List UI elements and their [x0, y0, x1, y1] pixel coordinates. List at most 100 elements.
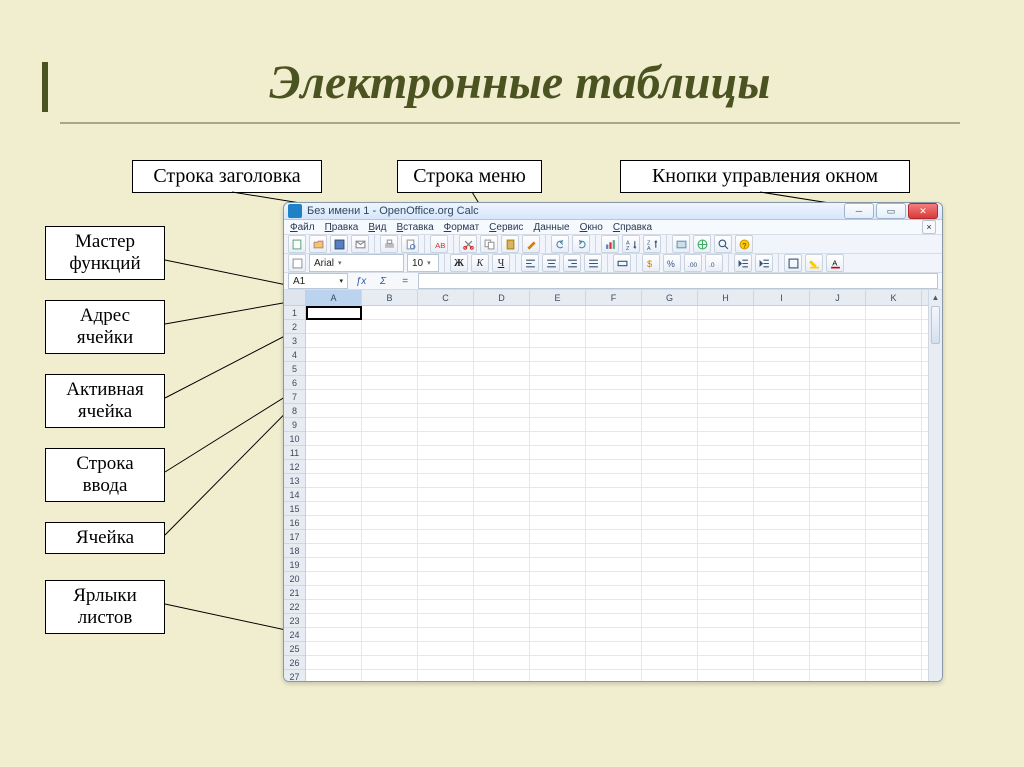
align-center-icon[interactable]	[542, 254, 560, 272]
row-header[interactable]: 19	[284, 558, 305, 572]
dec-dec-icon[interactable]: .0	[705, 254, 723, 272]
cell[interactable]	[530, 558, 586, 571]
cell[interactable]	[642, 670, 698, 682]
cell[interactable]	[586, 488, 642, 501]
cell[interactable]	[642, 656, 698, 669]
font-name-combo[interactable]: Arial▾	[309, 254, 404, 272]
cell[interactable]	[474, 488, 530, 501]
cell[interactable]	[586, 656, 642, 669]
cell[interactable]	[474, 432, 530, 445]
cell[interactable]	[306, 558, 362, 571]
cell[interactable]	[418, 306, 474, 319]
cell[interactable]	[810, 474, 866, 487]
cell[interactable]	[754, 348, 810, 361]
cell[interactable]	[474, 600, 530, 613]
row-header[interactable]: 7	[284, 390, 305, 404]
vertical-scrollbar[interactable]: ▲ ▼	[928, 290, 942, 682]
cell[interactable]	[866, 642, 922, 655]
currency-icon[interactable]: $	[642, 254, 660, 272]
cell[interactable]	[698, 656, 754, 669]
maximize-button[interactable]: ▭	[876, 203, 906, 219]
cell[interactable]	[754, 600, 810, 613]
cell[interactable]	[530, 600, 586, 613]
cell[interactable]	[754, 530, 810, 543]
cell[interactable]	[418, 558, 474, 571]
row-header[interactable]: 23	[284, 614, 305, 628]
cell[interactable]	[362, 586, 418, 599]
cell[interactable]	[698, 320, 754, 333]
row-header[interactable]: 15	[284, 502, 305, 516]
cell[interactable]	[754, 460, 810, 473]
col-header-G[interactable]: G	[642, 290, 698, 305]
menu-window[interactable]: Окно	[580, 222, 603, 233]
cell[interactable]	[474, 572, 530, 585]
cell[interactable]	[362, 362, 418, 375]
menu-file[interactable]: Файл	[290, 222, 315, 233]
cell[interactable]	[418, 586, 474, 599]
cell[interactable]	[642, 446, 698, 459]
cell[interactable]	[362, 530, 418, 543]
vscroll-thumb[interactable]	[931, 306, 940, 344]
cell[interactable]	[418, 600, 474, 613]
cell[interactable]	[810, 558, 866, 571]
cell[interactable]	[586, 530, 642, 543]
cell[interactable]	[418, 502, 474, 515]
mail-icon[interactable]	[351, 235, 369, 253]
cell[interactable]	[362, 656, 418, 669]
cell[interactable]	[810, 320, 866, 333]
align-right-icon[interactable]	[563, 254, 581, 272]
cell[interactable]	[698, 530, 754, 543]
cell[interactable]	[810, 614, 866, 627]
cell[interactable]	[306, 348, 362, 361]
cell[interactable]	[698, 418, 754, 431]
cell[interactable]	[362, 376, 418, 389]
row-header[interactable]: 26	[284, 656, 305, 670]
cell[interactable]	[362, 670, 418, 682]
col-header-C[interactable]: C	[418, 290, 474, 305]
cell[interactable]	[698, 376, 754, 389]
cell[interactable]	[306, 432, 362, 445]
cell[interactable]	[586, 404, 642, 417]
cell[interactable]	[586, 572, 642, 585]
menu-edit[interactable]: Правка	[325, 222, 359, 233]
cell[interactable]	[866, 362, 922, 375]
cell[interactable]	[810, 572, 866, 585]
cell[interactable]	[474, 614, 530, 627]
cell[interactable]	[418, 614, 474, 627]
cut-icon[interactable]	[459, 235, 477, 253]
cell[interactable]	[418, 572, 474, 585]
cell[interactable]	[642, 404, 698, 417]
cell[interactable]	[642, 516, 698, 529]
cell[interactable]	[418, 530, 474, 543]
cell[interactable]	[754, 320, 810, 333]
cell[interactable]	[530, 656, 586, 669]
cell[interactable]	[306, 670, 362, 682]
cell[interactable]	[306, 642, 362, 655]
cell[interactable]	[474, 530, 530, 543]
underline-button[interactable]: Ч	[492, 254, 510, 272]
cell[interactable]	[642, 502, 698, 515]
cell[interactable]	[530, 404, 586, 417]
cell[interactable]	[362, 544, 418, 557]
cell[interactable]	[586, 432, 642, 445]
cell[interactable]	[530, 418, 586, 431]
cell[interactable]	[586, 516, 642, 529]
cell[interactable]	[306, 320, 362, 333]
cell[interactable]	[362, 628, 418, 641]
menu-insert[interactable]: Вставка	[396, 222, 433, 233]
cell[interactable]	[362, 460, 418, 473]
cell[interactable]	[474, 446, 530, 459]
cell[interactable]	[810, 460, 866, 473]
cell[interactable]	[530, 460, 586, 473]
cell[interactable]	[474, 362, 530, 375]
name-box[interactable]: A1▾	[288, 273, 348, 289]
cell[interactable]	[586, 600, 642, 613]
cell[interactable]	[362, 642, 418, 655]
row-header[interactable]: 11	[284, 446, 305, 460]
cell[interactable]	[866, 432, 922, 445]
close-button[interactable]: ✕	[908, 203, 938, 219]
cell[interactable]	[866, 656, 922, 669]
cell[interactable]	[306, 376, 362, 389]
row-header[interactable]: 13	[284, 474, 305, 488]
cell[interactable]	[306, 516, 362, 529]
